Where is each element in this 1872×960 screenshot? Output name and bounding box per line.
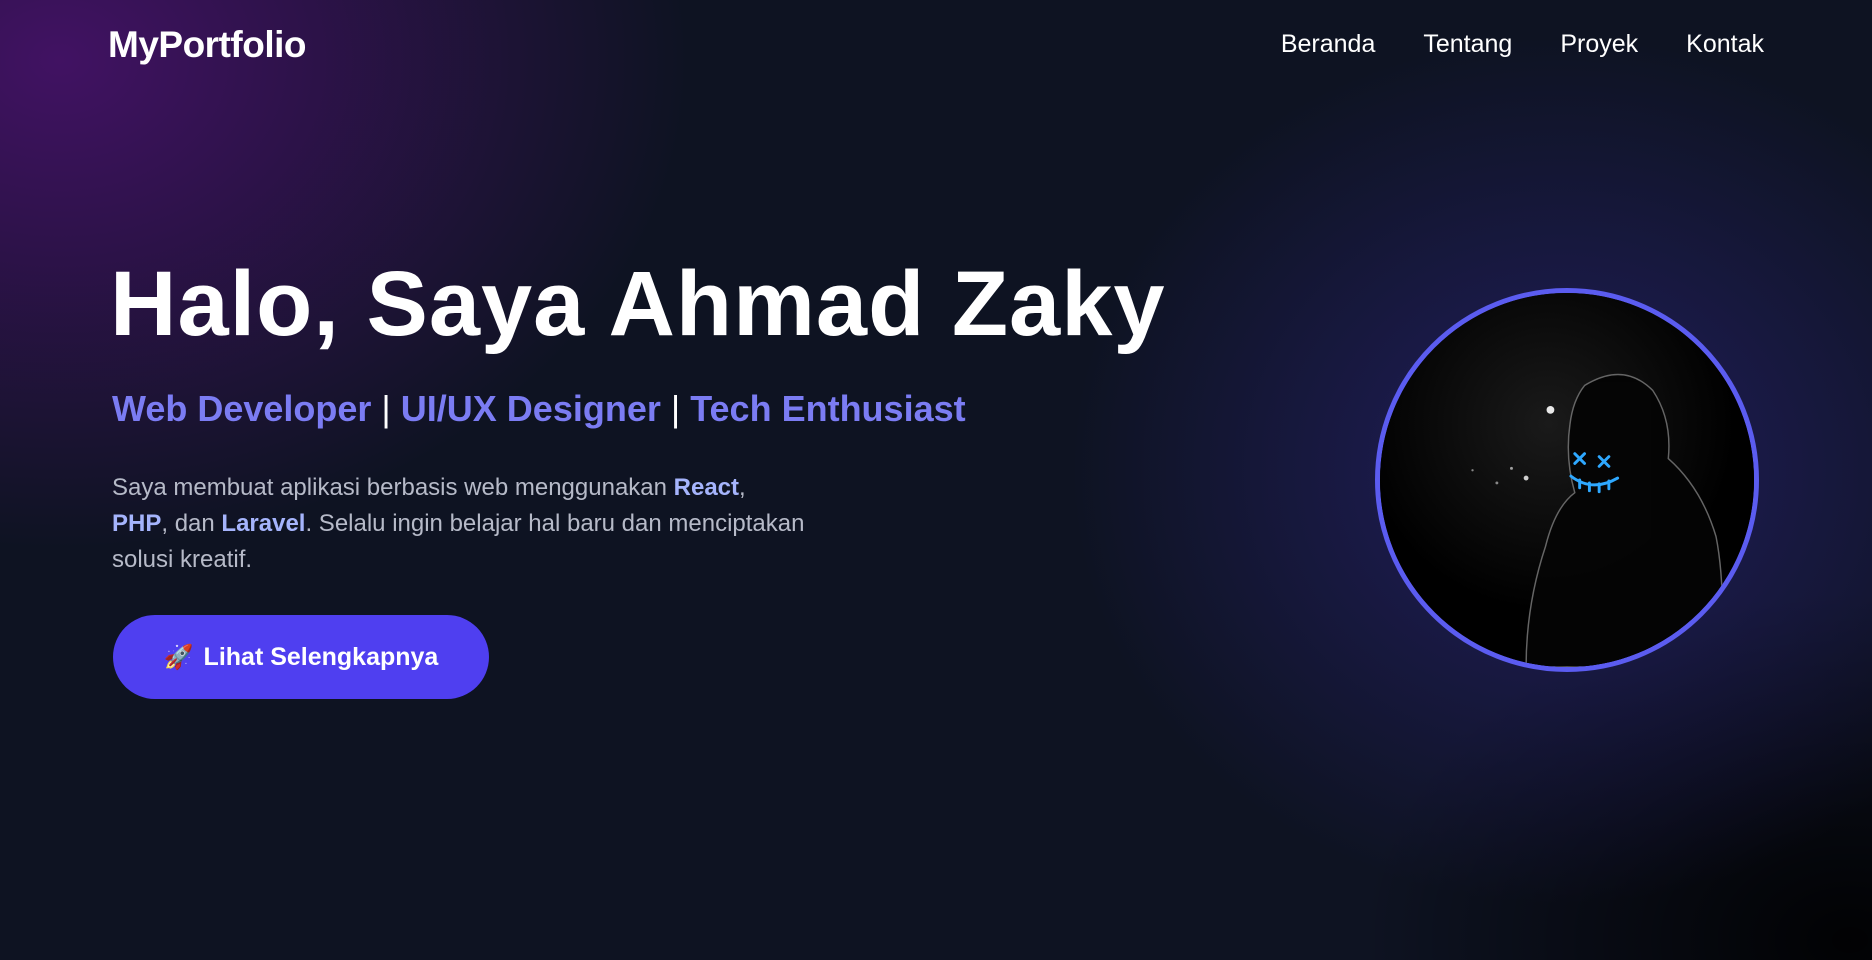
hero-title: Halo, Saya Ahmad Zaky — [110, 253, 1166, 355]
nav-link-beranda[interactable]: Beranda — [1281, 30, 1376, 59]
role-separator: | — [381, 388, 391, 429]
tech-laravel: Laravel — [221, 510, 306, 537]
rocket-icon: 🚀 — [163, 643, 194, 671]
hero-description: Saya membuat aplikasi berbasis web mengg… — [112, 470, 852, 578]
tech-php: PHP — [112, 510, 162, 537]
hero-roles: Web Developer | UI/UX Designer | Tech Enthus… — [112, 388, 966, 430]
avatar-photo — [1380, 293, 1754, 667]
avatar — [1375, 288, 1759, 672]
description-text: , dan — [161, 510, 222, 537]
role-separator: | — [670, 388, 681, 429]
nav-link-kontak[interactable]: Kontak — [1686, 30, 1764, 59]
top-navbar: MyPortfolio Beranda Tentang Proyek Konta… — [0, 0, 1872, 94]
nav-link-tentang[interactable]: Tentang — [1423, 30, 1512, 59]
tech-react: React — [673, 474, 740, 501]
description-text: , — [739, 474, 746, 501]
role-uiux-designer: UI/UX Designer — [400, 388, 661, 429]
description-text: Saya membuat aplikasi berbasis web mengg… — [112, 474, 674, 501]
see-more-button[interactable]: 🚀 Lihat Selengkapnya — [113, 615, 489, 699]
role-web-developer: Web Developer — [112, 388, 372, 429]
nav-link-proyek[interactable]: Proyek — [1560, 30, 1638, 59]
see-more-label: Lihat Selengkapnya — [203, 642, 439, 671]
role-tech-enthusiast: Tech Enthusiast — [690, 388, 966, 429]
nav-links: Beranda Tentang Proyek Kontak — [1281, 30, 1764, 59]
brand-logo[interactable]: MyPortfolio — [108, 24, 306, 66]
